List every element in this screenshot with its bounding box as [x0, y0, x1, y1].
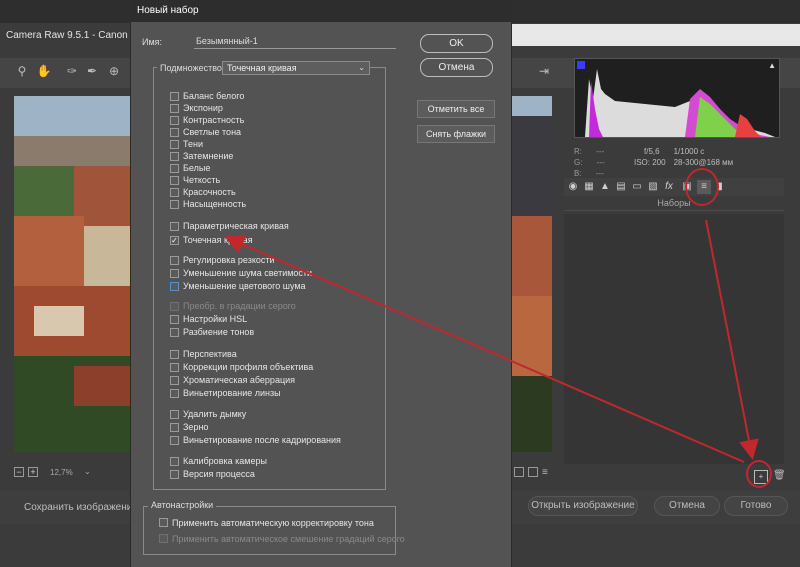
- arrow-to-point-curve: [224, 235, 745, 463]
- annotation-arrows: [224, 219, 759, 463]
- arrow-to-new-preset: [705, 219, 759, 460]
